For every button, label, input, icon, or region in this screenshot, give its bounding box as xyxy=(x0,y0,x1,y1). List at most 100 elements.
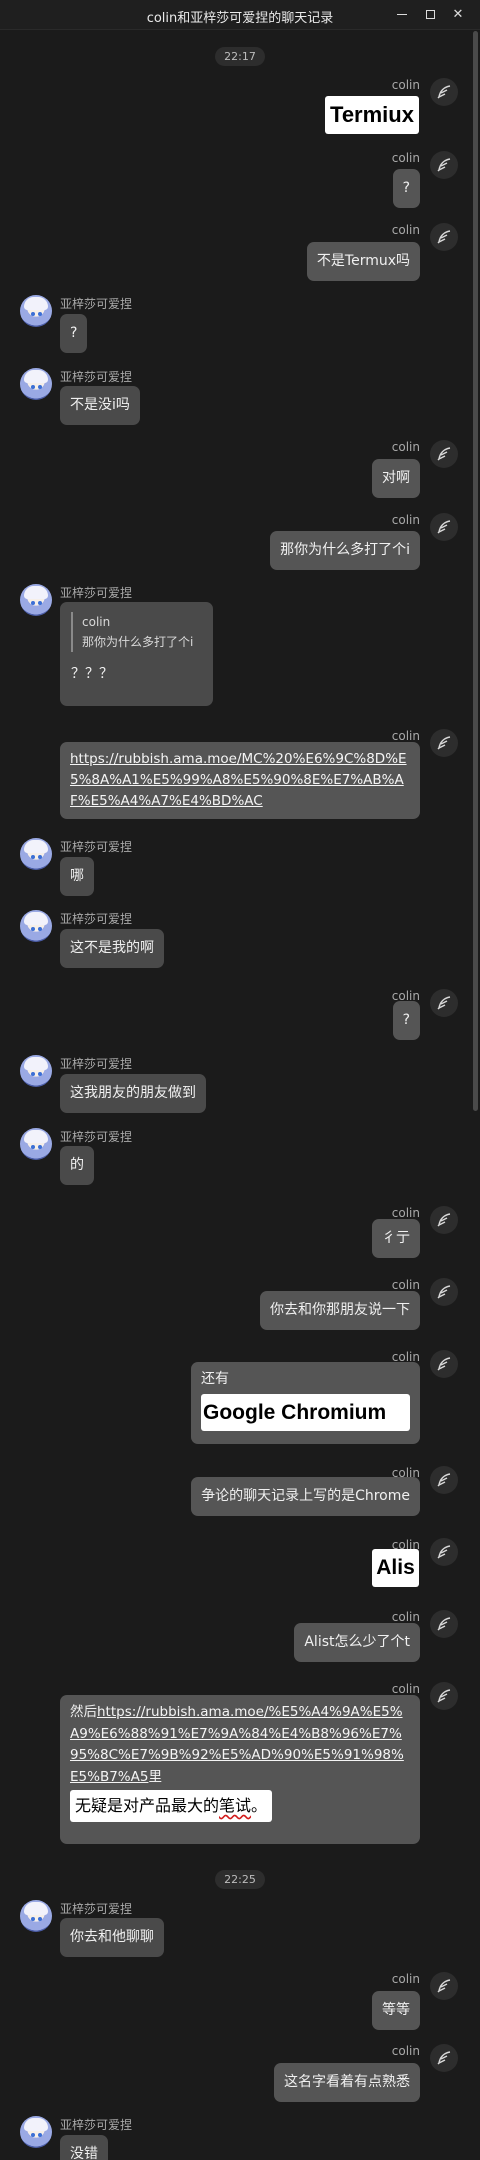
sender-name: 亚梓莎可爱捏 xyxy=(60,1130,133,1144)
feather-icon xyxy=(437,1357,451,1371)
message-bubble[interactable]: 对啊 xyxy=(372,459,420,498)
message-bubble[interactable]: https://rubbish.ama.moe/MC%20%E6%9C%8D%E… xyxy=(60,742,420,819)
avatar[interactable] xyxy=(20,295,52,327)
message-link[interactable]: https://rubbish.ama.moe/MC%20%E6%9C%8D%E… xyxy=(70,751,407,809)
avatar[interactable] xyxy=(430,1206,458,1234)
minimize-button[interactable] xyxy=(392,5,412,25)
message-bubble[interactable]: 你去和他聊聊 xyxy=(60,1918,164,1957)
sender-name: colin xyxy=(391,223,420,237)
message-bubble[interactable]: 没错 xyxy=(60,2135,108,2160)
avatar[interactable] xyxy=(430,78,458,106)
reply-text: ？？？ xyxy=(71,666,113,682)
close-button[interactable]: ✕ xyxy=(448,5,468,25)
sender-name: 亚梓莎可爱捏 xyxy=(60,1902,133,1916)
sender-name: 亚梓莎可爱捏 xyxy=(60,840,133,854)
sender-name: colin xyxy=(391,440,420,454)
sender-name: 亚梓莎可爱捏 xyxy=(60,912,133,926)
sender-name: colin xyxy=(391,78,420,92)
message-sticker[interactable]: Termiux xyxy=(325,96,419,134)
avatar[interactable] xyxy=(20,584,52,616)
message-bubble[interactable]: 争论的聊天记录上写的是Chrome xyxy=(191,1477,420,1516)
avatar[interactable] xyxy=(430,1538,458,1566)
timestamp-divider: 22:25 xyxy=(0,1868,480,1889)
feather-icon xyxy=(437,1545,451,1559)
message-bubble[interactable]: 然后https://rubbish.ama.moe/%E5%A4%9A%E5%A… xyxy=(60,1695,420,1844)
avatar[interactable] xyxy=(430,1610,458,1638)
sender-name: 亚梓莎可爱捏 xyxy=(60,586,133,600)
message-text: 里 xyxy=(148,1768,162,1785)
message-bubble[interactable]: 不是Termux吗 xyxy=(306,242,420,281)
avatar[interactable] xyxy=(20,1055,52,1087)
avatar[interactable] xyxy=(430,223,458,251)
title-bar: colin和亚梓莎可爱捏的聊天记录 ✕ xyxy=(0,0,480,30)
feather-icon xyxy=(437,520,451,534)
sender-name: colin xyxy=(391,1682,420,1696)
scrollbar[interactable] xyxy=(473,31,478,1111)
feather-icon xyxy=(437,85,451,99)
message-bubble[interactable]: ? xyxy=(392,169,420,208)
message-bubble[interactable]: 这不是我的啊 xyxy=(60,929,164,968)
avatar[interactable] xyxy=(20,2116,52,2148)
message-bubble[interactable]: 这我朋友的朋友做到 xyxy=(60,1074,206,1113)
message-bubble[interactable]: 这名字看着有点熟悉 xyxy=(274,2063,420,2102)
avatar[interactable] xyxy=(20,838,52,870)
message-sticker[interactable]: Google Chromium xyxy=(201,1394,410,1431)
message-sticker[interactable]: Alis xyxy=(372,1549,419,1587)
sender-name: 亚梓莎可爱捏 xyxy=(60,297,133,311)
avatar[interactable] xyxy=(430,989,458,1017)
message-bubble[interactable]: 哪 xyxy=(60,857,94,896)
message-bubble[interactable]: 等等 xyxy=(372,1991,420,2030)
message-bubble[interactable]: Alist怎么少了个t xyxy=(294,1623,420,1662)
feather-icon xyxy=(437,230,451,244)
avatar[interactable] xyxy=(430,513,458,541)
avatar[interactable] xyxy=(430,1466,458,1494)
feather-icon xyxy=(437,1285,451,1299)
feather-icon xyxy=(437,447,451,461)
avatar[interactable] xyxy=(430,729,458,757)
feather-icon xyxy=(437,996,451,1010)
close-icon: ✕ xyxy=(452,7,464,22)
sender-name: colin xyxy=(391,513,420,527)
message-bubble[interactable]: 的 xyxy=(60,1146,94,1185)
maximize-icon xyxy=(425,10,435,19)
message-image[interactable]: 无疑是对产品最大的笔试。 xyxy=(70,1790,273,1822)
sender-name: 亚梓莎可爱捏 xyxy=(60,1057,133,1071)
avatar[interactable] xyxy=(20,368,52,400)
avatar[interactable] xyxy=(430,2044,458,2072)
avatar[interactable] xyxy=(430,1350,458,1378)
message-text: 还有 xyxy=(201,1371,229,1387)
timestamp-divider: 22:17 xyxy=(0,45,480,66)
feather-icon xyxy=(437,1979,451,1993)
reply-message-bubble[interactable]: colin 那你为什么多打了个i ？？？ xyxy=(60,602,213,706)
quoted-text: 那你为什么多打了个i xyxy=(82,635,194,649)
message-bubble[interactable]: 不是没i吗 xyxy=(60,386,140,425)
sender-name: 亚梓莎可爱捏 xyxy=(60,370,133,384)
avatar[interactable] xyxy=(430,1682,458,1710)
message-bubble[interactable]: 彳亍 xyxy=(372,1219,420,1258)
feather-icon xyxy=(437,1689,451,1703)
feather-icon xyxy=(437,2051,451,2065)
feather-icon xyxy=(437,1617,451,1631)
avatar[interactable] xyxy=(20,1128,52,1160)
sender-name: 亚梓莎可爱捏 xyxy=(60,2118,133,2132)
avatar[interactable] xyxy=(430,1278,458,1306)
avatar[interactable] xyxy=(20,910,52,942)
feather-icon xyxy=(437,736,451,750)
sender-name: colin xyxy=(391,729,420,743)
avatar[interactable] xyxy=(430,1972,458,2000)
message-text: 然后 xyxy=(70,1704,97,1720)
message-bubble[interactable]: 那你为什么多打了个i xyxy=(270,531,420,570)
message-bubble[interactable]: 你去和你那朋友说一下 xyxy=(260,1291,420,1330)
quoted-message[interactable]: colin 那你为什么多打了个i xyxy=(71,612,202,652)
avatar[interactable] xyxy=(430,440,458,468)
avatar[interactable] xyxy=(20,1900,52,1932)
avatar[interactable] xyxy=(430,151,458,179)
sender-name: colin xyxy=(391,2044,420,2058)
maximize-button[interactable] xyxy=(420,5,440,25)
message-link[interactable]: https://rubbish.ama.moe/%E5%A4%9A%E5%A9%… xyxy=(70,1704,404,1785)
sender-name: colin xyxy=(391,151,420,165)
quoted-sender: colin xyxy=(82,615,111,629)
message-bubble[interactable]: 还有 Google Chromium xyxy=(191,1362,420,1444)
message-bubble[interactable]: ? xyxy=(392,1001,420,1040)
message-bubble[interactable]: ? xyxy=(60,314,88,353)
